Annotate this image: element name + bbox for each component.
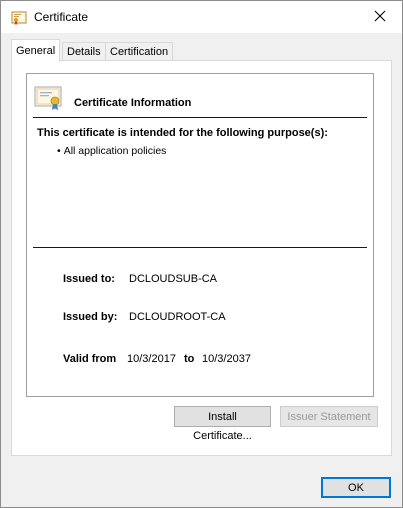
certificate-information-title: Certificate Information xyxy=(74,97,192,109)
header-divider xyxy=(33,117,367,118)
issued-to-label: Issued to: xyxy=(63,273,115,285)
valid-from-label: Valid from xyxy=(63,353,117,365)
tab-general[interactable]: General xyxy=(11,39,61,62)
purpose-heading: This certificate is intended for the fol… xyxy=(37,127,328,139)
certificate-icon xyxy=(11,10,27,26)
general-tab-panel: Certificate Information This certificate… xyxy=(11,60,392,456)
tab-certification-path[interactable]: Certification Path xyxy=(105,42,174,77)
certificate-info-box: Certificate Information This certificate… xyxy=(26,73,374,397)
close-button[interactable] xyxy=(358,1,402,33)
window-title: Certificate xyxy=(34,10,89,24)
install-certificate-button[interactable]: Install Certificate... xyxy=(174,406,271,442)
certificate-document-icon xyxy=(34,85,64,111)
purpose-text: All application policies xyxy=(63,145,167,157)
tab-details[interactable]: Details xyxy=(62,42,106,61)
details-divider xyxy=(33,247,367,248)
issued-by-label: Issued by: xyxy=(63,311,118,323)
valid-from-value: 10/3/2017 xyxy=(127,353,176,365)
issued-to-value: DCLOUDSUB-CA xyxy=(129,273,218,285)
close-x-icon xyxy=(374,10,386,25)
issued-by-value: DCLOUDROOT-CA xyxy=(129,311,226,323)
bullet: • xyxy=(57,145,61,157)
valid-to-value: 10/3/2037 xyxy=(202,353,251,365)
ok-button[interactable]: OK xyxy=(321,477,391,498)
valid-to-label: to xyxy=(184,353,195,365)
certificate-dialog: Certificate General Details Certificatio… xyxy=(0,0,403,508)
title-bar: Certificate xyxy=(1,1,402,33)
purpose-list-item: • All application policies xyxy=(57,145,166,157)
issuer-statement-button[interactable]: Issuer Statement xyxy=(280,406,378,427)
